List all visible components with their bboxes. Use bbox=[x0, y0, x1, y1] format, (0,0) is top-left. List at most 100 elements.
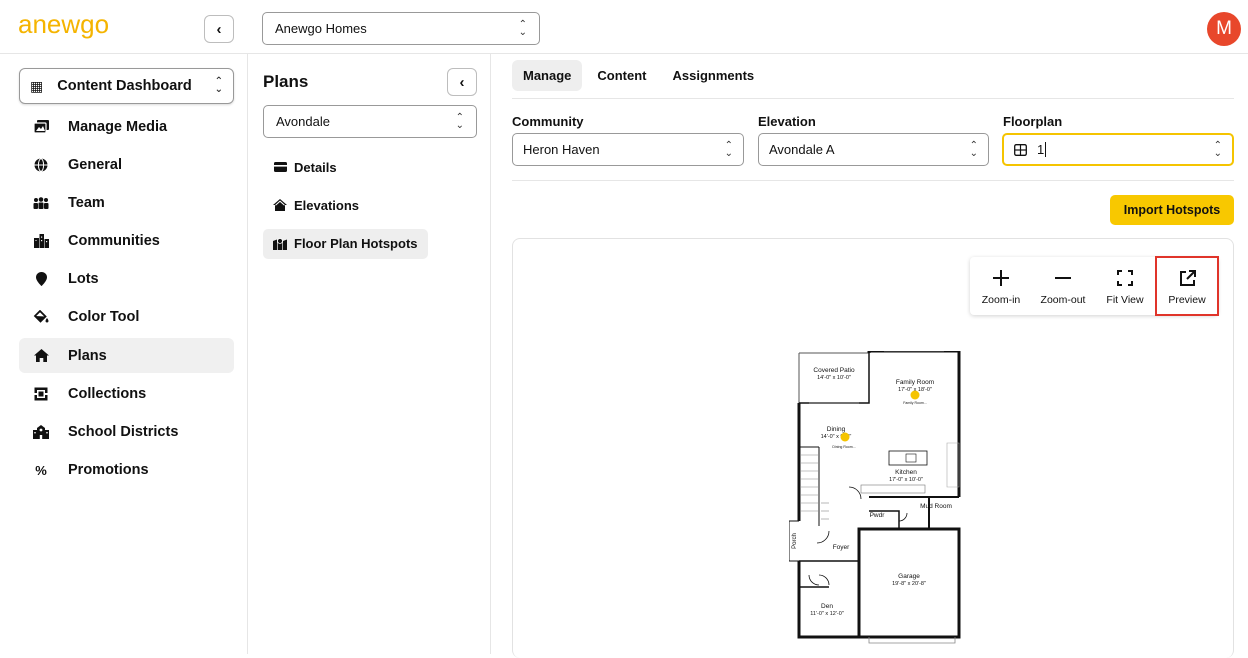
chevron-updown-icon: ⌃ ⌄ bbox=[724, 139, 733, 159]
room-dims: 17'-0" x 10'-0" bbox=[889, 477, 923, 483]
chevron-updown-icon: ⌃ ⌄ bbox=[214, 76, 223, 95]
tab-assignments[interactable]: Assignments bbox=[662, 60, 766, 91]
sidebar-item-team[interactable]: Team bbox=[19, 185, 234, 220]
sidebar-item-plans[interactable]: Plans bbox=[19, 338, 234, 374]
sidebar-item-label: Color Tool bbox=[68, 309, 140, 326]
chevron-updown-icon: ⌃ ⌄ bbox=[518, 18, 527, 38]
floorplan-select[interactable]: 1 ⌃ ⌄ bbox=[1002, 133, 1234, 166]
zoom-out-button[interactable]: Zoom-out bbox=[1032, 257, 1094, 315]
sidebar-item-general[interactable]: General bbox=[19, 147, 234, 182]
globe-icon bbox=[33, 157, 49, 173]
plan-nav-floor-plan-hotspots[interactable]: Floor Plan Hotspots bbox=[263, 228, 428, 259]
company-select[interactable]: Anewgo Homes ⌃ ⌄ bbox=[262, 12, 540, 45]
floorplan-label: Floorplan bbox=[1003, 114, 1063, 129]
room-label: Den bbox=[821, 603, 833, 610]
plan-nav: Details Elevations Floor Plan Hotspots bbox=[263, 152, 463, 267]
room-dims: 14'-0" x 10'-0" bbox=[817, 375, 851, 381]
dashboard-icon: ▦ bbox=[30, 77, 44, 94]
sidebar-item-label: Manage Media bbox=[68, 118, 168, 135]
zoom-in-label: Zoom-in bbox=[981, 294, 1021, 306]
elevation-label: Elevation bbox=[758, 114, 816, 129]
room-label: Porch bbox=[792, 533, 798, 549]
sidebar-item-communities[interactable]: Communities bbox=[19, 224, 234, 259]
tabs: Manage Content Assignments bbox=[512, 60, 765, 91]
sidebar-item-color-tool[interactable]: Color Tool bbox=[19, 300, 234, 335]
plan-select[interactable]: Avondale ⌃ ⌄ bbox=[263, 105, 477, 138]
collapse-sidebar-button[interactable]: ‹ bbox=[204, 15, 234, 43]
divider bbox=[512, 98, 1234, 99]
anewgo-logo[interactable]: anewgo bbox=[18, 9, 118, 43]
sidebar-item-school-districts[interactable]: School Districts bbox=[19, 415, 234, 450]
svg-text:anewgo: anewgo bbox=[18, 9, 109, 39]
room-dims: 11'-0" x 12'-0" bbox=[810, 611, 843, 617]
sidebar-item-label: Collections bbox=[68, 385, 147, 402]
sidebar-nav: Manage Media General Team Communities Lo… bbox=[19, 109, 234, 491]
chevron-updown-icon: ⌃ ⌄ bbox=[1213, 139, 1222, 159]
plans-panel: Plans ‹ Avondale ⌃ ⌄ Details Elevations F… bbox=[249, 54, 491, 654]
plan-nav-elevations[interactable]: Elevations bbox=[263, 190, 369, 220]
hotspot-marker[interactable] bbox=[910, 390, 920, 400]
import-hotspots-button[interactable]: Import Hotspots bbox=[1110, 195, 1234, 225]
room-label: Pwdr bbox=[870, 512, 886, 519]
preview-button[interactable]: Preview bbox=[1155, 256, 1219, 316]
floor-plan-drawing: Covered Patio 14'-0" x 10'-0" Family Roo… bbox=[789, 351, 961, 644]
zoom-in-button[interactable]: Zoom-in bbox=[970, 257, 1032, 315]
sidebar: ▦ Content Dashboard ⌃ ⌄ Manage Media Gene… bbox=[0, 54, 248, 654]
city-icon bbox=[33, 233, 49, 249]
community-select[interactable]: Heron Haven ⌃ ⌄ bbox=[512, 133, 744, 166]
zoom-out-label: Zoom-out bbox=[1040, 294, 1086, 306]
plan-select-value: Avondale bbox=[276, 114, 330, 129]
content-dashboard-select[interactable]: ▦ Content Dashboard ⌃ ⌄ bbox=[19, 68, 234, 104]
home-icon bbox=[33, 348, 49, 364]
team-icon bbox=[33, 195, 49, 211]
room-label: Mud Room bbox=[920, 503, 952, 510]
room-label: Foyer bbox=[833, 544, 850, 551]
elevation-select-value: Avondale A bbox=[769, 142, 835, 157]
pin-icon bbox=[33, 271, 49, 287]
room-label: Family Room bbox=[896, 379, 934, 386]
sidebar-item-label: Plans bbox=[68, 347, 107, 364]
school-icon bbox=[33, 424, 49, 440]
elevation-select[interactable]: Avondale A ⌃ ⌄ bbox=[758, 133, 989, 166]
sidebar-item-lots[interactable]: Lots bbox=[19, 262, 234, 297]
room-label: Garage bbox=[898, 573, 920, 580]
community-select-value: Heron Haven bbox=[523, 142, 600, 157]
avatar-letter: M bbox=[1216, 18, 1232, 39]
room-label: Kitchen bbox=[895, 469, 917, 476]
company-select-value: Anewgo Homes bbox=[275, 21, 367, 36]
external-link-icon bbox=[1179, 266, 1196, 290]
sidebar-item-promotions[interactable]: % Promotions bbox=[19, 453, 234, 488]
chevron-left-icon: ‹ bbox=[216, 20, 222, 38]
preview-label: Preview bbox=[1168, 294, 1206, 306]
fit-view-button[interactable]: Fit View bbox=[1094, 257, 1156, 315]
card-icon bbox=[273, 162, 287, 172]
grid-icon bbox=[1014, 143, 1027, 156]
floorplan-canvas[interactable]: Zoom-in Zoom-out Fit View Preview Covere… bbox=[512, 238, 1234, 658]
plan-nav-details[interactable]: Details bbox=[263, 152, 347, 182]
avatar[interactable]: M bbox=[1207, 12, 1241, 46]
hotspot-marker[interactable] bbox=[840, 432, 850, 442]
plan-nav-label: Floor Plan Hotspots bbox=[294, 236, 418, 252]
collections-icon bbox=[33, 386, 49, 402]
collapse-plans-button[interactable]: ‹ bbox=[447, 68, 477, 96]
sidebar-item-label: General bbox=[68, 156, 122, 173]
plus-icon bbox=[993, 266, 1009, 290]
sidebar-item-label: Team bbox=[68, 194, 105, 211]
plan-nav-label: Elevations bbox=[294, 197, 360, 213]
sidebar-item-collections[interactable]: Collections bbox=[19, 376, 234, 411]
dashboard-select-label: Content Dashboard bbox=[57, 78, 192, 94]
text-cursor bbox=[1045, 142, 1047, 157]
main-content: Manage Content Assignments Community Her… bbox=[492, 54, 1248, 658]
sidebar-item-label: School Districts bbox=[68, 424, 179, 440]
chevron-updown-icon: ⌃ ⌄ bbox=[455, 111, 464, 131]
room-label: Dining bbox=[827, 426, 846, 433]
hotspot-label: Family Room... bbox=[903, 401, 927, 405]
canvas-toolbar: Zoom-in Zoom-out Fit View Preview bbox=[970, 256, 1219, 316]
tab-content[interactable]: Content bbox=[586, 60, 657, 91]
tab-manage[interactable]: Manage bbox=[512, 60, 583, 91]
chevron-left-icon: ‹ bbox=[459, 73, 465, 91]
minus-icon bbox=[1055, 266, 1071, 290]
plan-nav-label: Details bbox=[294, 159, 337, 175]
fit-view-label: Fit View bbox=[1106, 294, 1144, 306]
sidebar-item-manage-media[interactable]: Manage Media bbox=[19, 109, 234, 144]
